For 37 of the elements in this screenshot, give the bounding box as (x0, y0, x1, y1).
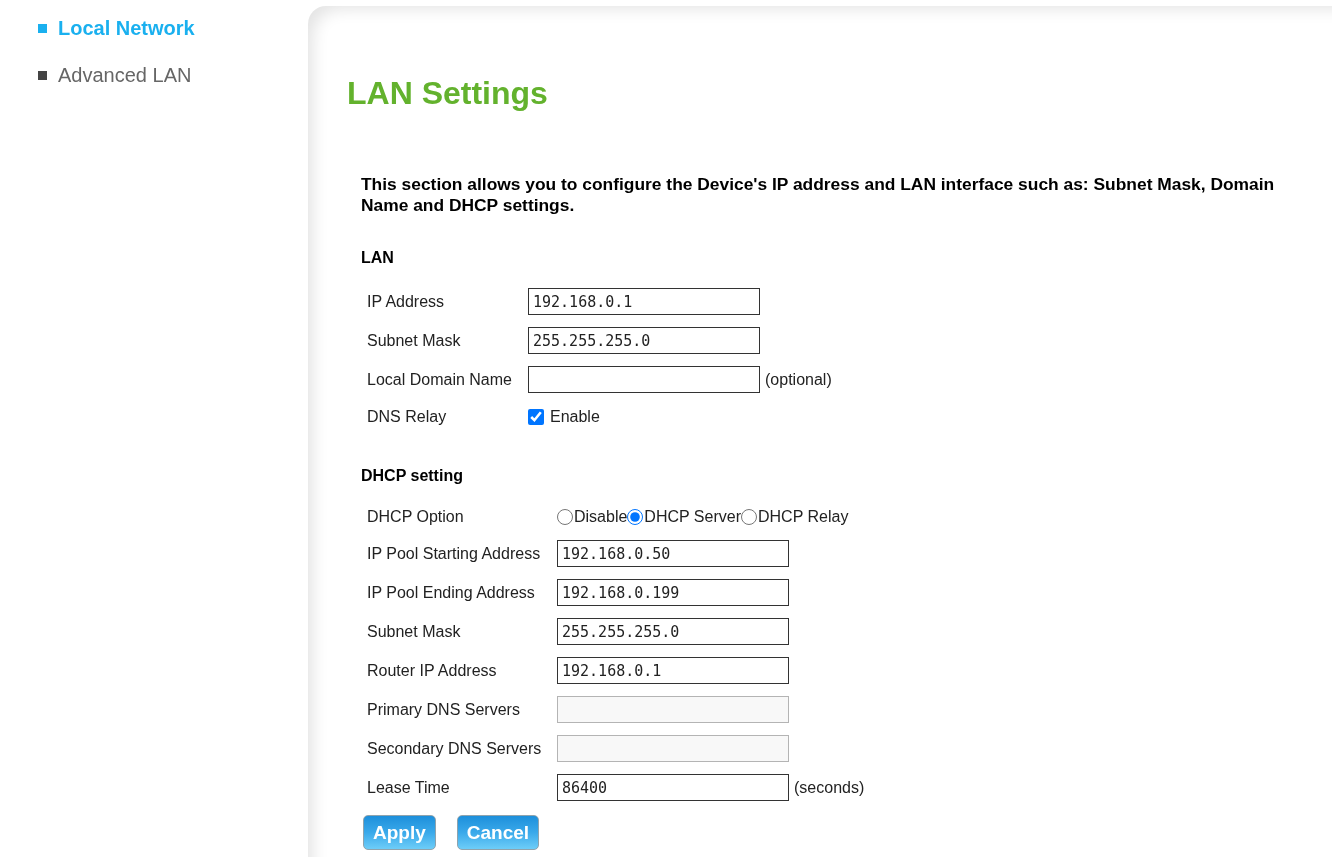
section-heading: DHCP setting (361, 466, 463, 486)
text-field[interactable] (528, 366, 760, 393)
field-label: Router IP Address (367, 661, 497, 680)
radio-label: DHCP Relay (758, 508, 849, 526)
section-description: This section allows you to configure the Device's IP address and LAN interface such as: Subnet Mask, Domain Name and DHCP settings. (361, 174, 1276, 216)
field-label: IP Pool Starting Address (367, 544, 541, 563)
radio-button[interactable] (557, 509, 573, 525)
field-label: Subnet Mask (367, 331, 461, 350)
field-label: DNS Relay (367, 408, 447, 426)
text-field[interactable]: 192.168.0.1 (557, 657, 789, 684)
text-field[interactable]: 255.255.255.0 (557, 618, 789, 645)
square-bullet-icon (38, 23, 47, 33)
radio-button[interactable] (741, 509, 757, 525)
page-title: LAN Settings (347, 74, 548, 112)
text-field[interactable]: 86400 (557, 774, 789, 801)
text-field[interactable]: 255.255.255.0 (528, 327, 760, 354)
text-field[interactable]: 192.168.0.1 (528, 288, 760, 315)
text-field[interactable]: 192.168.0.199 (557, 579, 789, 606)
field-note: (optional) (765, 370, 832, 389)
text-field[interactable]: 192.168.0.50 (557, 540, 789, 567)
field-label: Local Domain Name (367, 370, 512, 389)
radio-label: DHCP Server (644, 508, 741, 526)
sidebar-item[interactable]: Advanced LAN (38, 61, 192, 89)
field-label: Lease Time (367, 778, 450, 797)
field-label: Primary DNS Servers (367, 700, 520, 719)
radio-label: Disable (574, 508, 628, 526)
field-note: (seconds) (794, 778, 865, 797)
checkbox[interactable] (528, 409, 544, 425)
square-bullet-icon (38, 70, 47, 80)
field-label: Secondary DNS Servers (367, 739, 542, 758)
checkbox-label: Enable (550, 408, 600, 426)
field-label: DHCP Option (367, 508, 464, 526)
field-label: IP Pool Ending Address (367, 583, 535, 602)
field-label: Subnet Mask (367, 622, 461, 641)
section-heading: LAN (361, 248, 394, 268)
field-label: IP Address (367, 292, 445, 311)
radio-button[interactable] (627, 509, 644, 525)
